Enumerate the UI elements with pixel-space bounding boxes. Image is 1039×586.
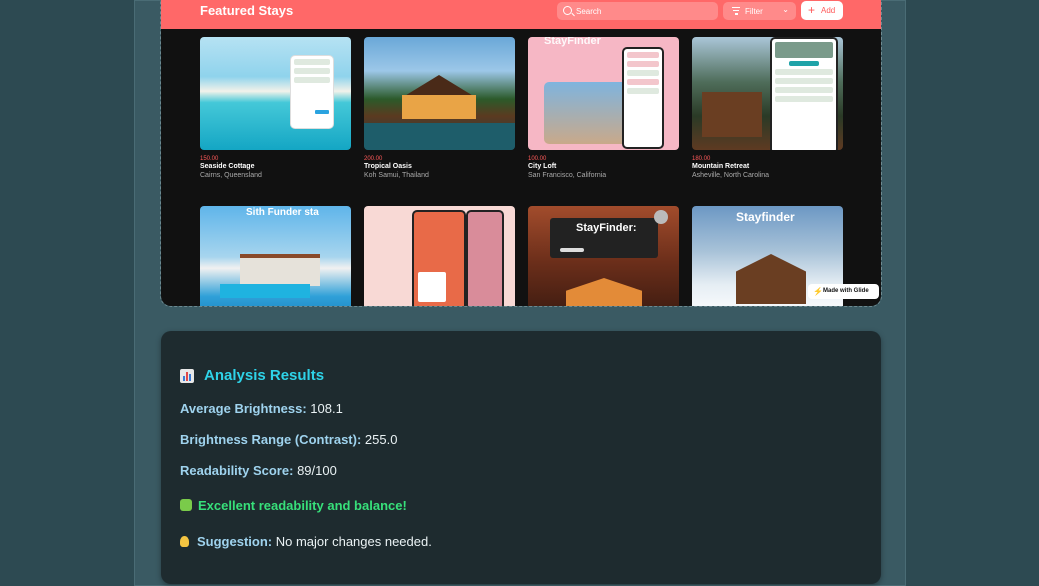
filter-button[interactable]: Filter ⌄: [723, 2, 796, 20]
readability-value: 89/100: [297, 463, 337, 478]
add-button[interactable]: + Add: [801, 1, 843, 20]
listing-price: 150.00: [200, 156, 219, 162]
listing-title: Mountain Retreat: [692, 163, 750, 170]
puzzle-icon: [180, 499, 192, 511]
listing-card[interactable]: StayFinder:: [528, 206, 679, 306]
panel-title: Analysis Results: [204, 367, 325, 384]
search-input[interactable]: Search: [557, 2, 718, 20]
contrast-metric: Brightness Range (Contrast): 255.0: [180, 432, 397, 447]
listing-card[interactable]: [364, 206, 515, 306]
listing-price: 180.00: [692, 156, 711, 162]
brightness-metric: Average Brightness: 108.1: [180, 401, 343, 416]
verdict-text: Excellent readability and balance!: [198, 498, 407, 513]
listing-location: San Francisco, California: [528, 172, 607, 179]
listing-location: Asheville, North Carolina: [692, 172, 770, 179]
listing-card[interactable]: StayFinder 100.00 City Loft San Francisc…: [528, 37, 679, 179]
lightbulb-icon: [180, 536, 189, 547]
phone-mockup: [770, 37, 838, 150]
badge-label: Made with Glide: [823, 288, 869, 294]
listing-price: 200.00: [364, 156, 383, 162]
header-title: Featured Stays: [200, 3, 294, 18]
listing-image: StayFinder:: [528, 206, 679, 306]
image-overlay-title: StayFinder: [544, 37, 601, 47]
expand-icon[interactable]: [654, 210, 668, 224]
listing-image: Sith Funder sta: [200, 206, 351, 306]
filter-label: Filter: [745, 7, 763, 16]
search-icon: [563, 6, 572, 15]
filter-icon: [732, 7, 740, 15]
phone-mockup: [412, 210, 466, 306]
brightness-label: Average Brightness:: [180, 401, 307, 416]
hero-card: StayFinder:: [550, 218, 658, 258]
suggestion-value: No major changes needed.: [275, 534, 432, 549]
listing-location: Koh Samui, Thailand: [364, 172, 429, 179]
plus-icon: +: [808, 3, 816, 17]
contrast-label: Brightness Range (Contrast):: [180, 432, 362, 447]
listing-card[interactable]: Sith Funder sta: [200, 206, 351, 306]
phone-mockup: [622, 47, 664, 149]
form-mockup: [290, 55, 334, 129]
listing-image: [364, 206, 515, 306]
bar-chart-icon: [180, 369, 194, 383]
brightness-value: 108.1: [310, 401, 343, 416]
suggestion-line: Suggestion: No major changes needed.: [180, 534, 432, 549]
readability-metric: Readability Score: 89/100: [180, 463, 337, 478]
chevron-down-icon: ⌄: [782, 5, 789, 14]
listing-title: City Loft: [528, 163, 557, 170]
suggestion-label: Suggestion:: [197, 534, 273, 549]
app-screenshot: Featured Stays Search Filter ⌄ + Add 150…: [160, 0, 882, 307]
app-header: Featured Stays Search Filter ⌄ + Add: [161, 0, 881, 29]
image-overlay-title: Sith Funder sta: [246, 207, 319, 218]
listing-image: [200, 37, 351, 150]
listing-image: [692, 37, 843, 150]
listing-location: Cairns, Queensland: [200, 172, 262, 179]
listing-card[interactable]: 150.00 Seaside Cottage Cairns, Queenslan…: [200, 37, 351, 179]
listing-title: Tropical Oasis: [364, 163, 412, 170]
image-overlay-title: Stayfinder: [736, 210, 795, 224]
listing-price: 100.00: [528, 156, 547, 162]
listing-image: [364, 37, 515, 150]
listing-title: Seaside Cottage: [200, 163, 255, 170]
listing-card[interactable]: 200.00 Tropical Oasis Koh Samui, Thailan…: [364, 37, 515, 179]
bolt-icon: ⚡: [813, 287, 823, 296]
add-label: Add: [821, 6, 836, 15]
verdict-line: Excellent readability and balance!: [180, 498, 407, 513]
search-placeholder: Search: [576, 7, 602, 16]
listing-card[interactable]: 180.00 Mountain Retreat Asheville, North…: [692, 37, 843, 179]
made-with-glide-badge[interactable]: ⚡ Made with Glide: [808, 284, 879, 299]
contrast-value: 255.0: [364, 432, 398, 447]
phone-mockup: [466, 210, 504, 306]
readability-label: Readability Score:: [180, 463, 294, 478]
listing-image: StayFinder: [528, 37, 679, 150]
analysis-panel: Analysis Results Average Brightness: 108…: [161, 331, 881, 584]
image-overlay-title: StayFinder:: [576, 222, 637, 234]
